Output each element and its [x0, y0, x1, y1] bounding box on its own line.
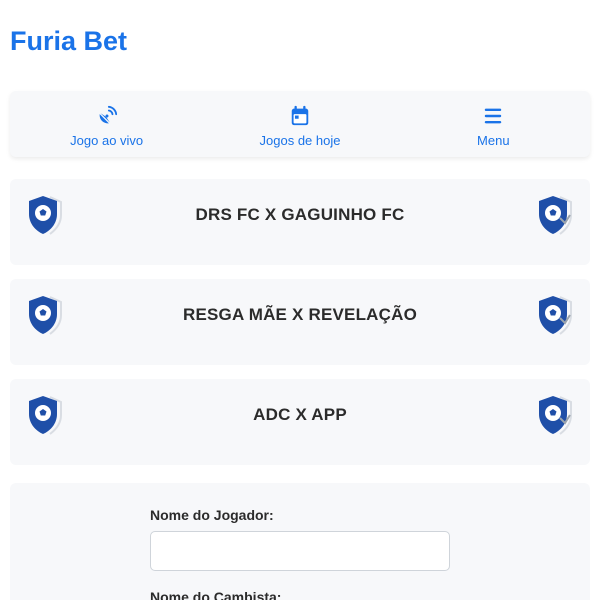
hamburger-menu-icon	[485, 108, 502, 124]
player-name-input[interactable]	[150, 531, 450, 571]
match-title: DRS FC X GAGUINHO FC	[195, 205, 405, 224]
nav-live-game[interactable]: Jogo ao vivo	[10, 91, 203, 157]
bet-form: Nome do Jogador: Nome do Cambista:	[10, 483, 590, 600]
match-title: RESGA MÃE X REVELAÇÃO	[182, 305, 418, 324]
team-shield-icon	[539, 196, 572, 235]
match-card[interactable]: DRS FC X GAGUINHO FC	[10, 179, 590, 265]
player-name-label: Nome do Jogador:	[150, 507, 274, 523]
calendar-icon	[291, 105, 309, 126]
satellite-dish-icon	[99, 105, 117, 124]
bookie-name-label: Nome do Cambista:	[150, 589, 282, 600]
match-card[interactable]: ADC X APP	[10, 379, 590, 465]
nav-todays-games-label: Jogos de hoje	[259, 133, 341, 148]
nav-todays-games[interactable]: Jogos de hoje	[203, 91, 396, 157]
app-title: Furia Bet	[10, 26, 128, 56]
nav-menu-label: Menu	[477, 133, 510, 148]
team-shield-icon	[539, 296, 572, 335]
nav-live-game-label: Jogo ao vivo	[70, 133, 144, 148]
match-card[interactable]: RESGA MÃE X REVELAÇÃO	[10, 279, 590, 365]
team-shield-icon	[539, 396, 572, 435]
nav-menu[interactable]: Menu	[397, 91, 590, 157]
top-navbar: Jogo ao vivo Jogos de hoje Menu	[10, 91, 590, 157]
match-title: ADC X APP	[253, 405, 347, 424]
